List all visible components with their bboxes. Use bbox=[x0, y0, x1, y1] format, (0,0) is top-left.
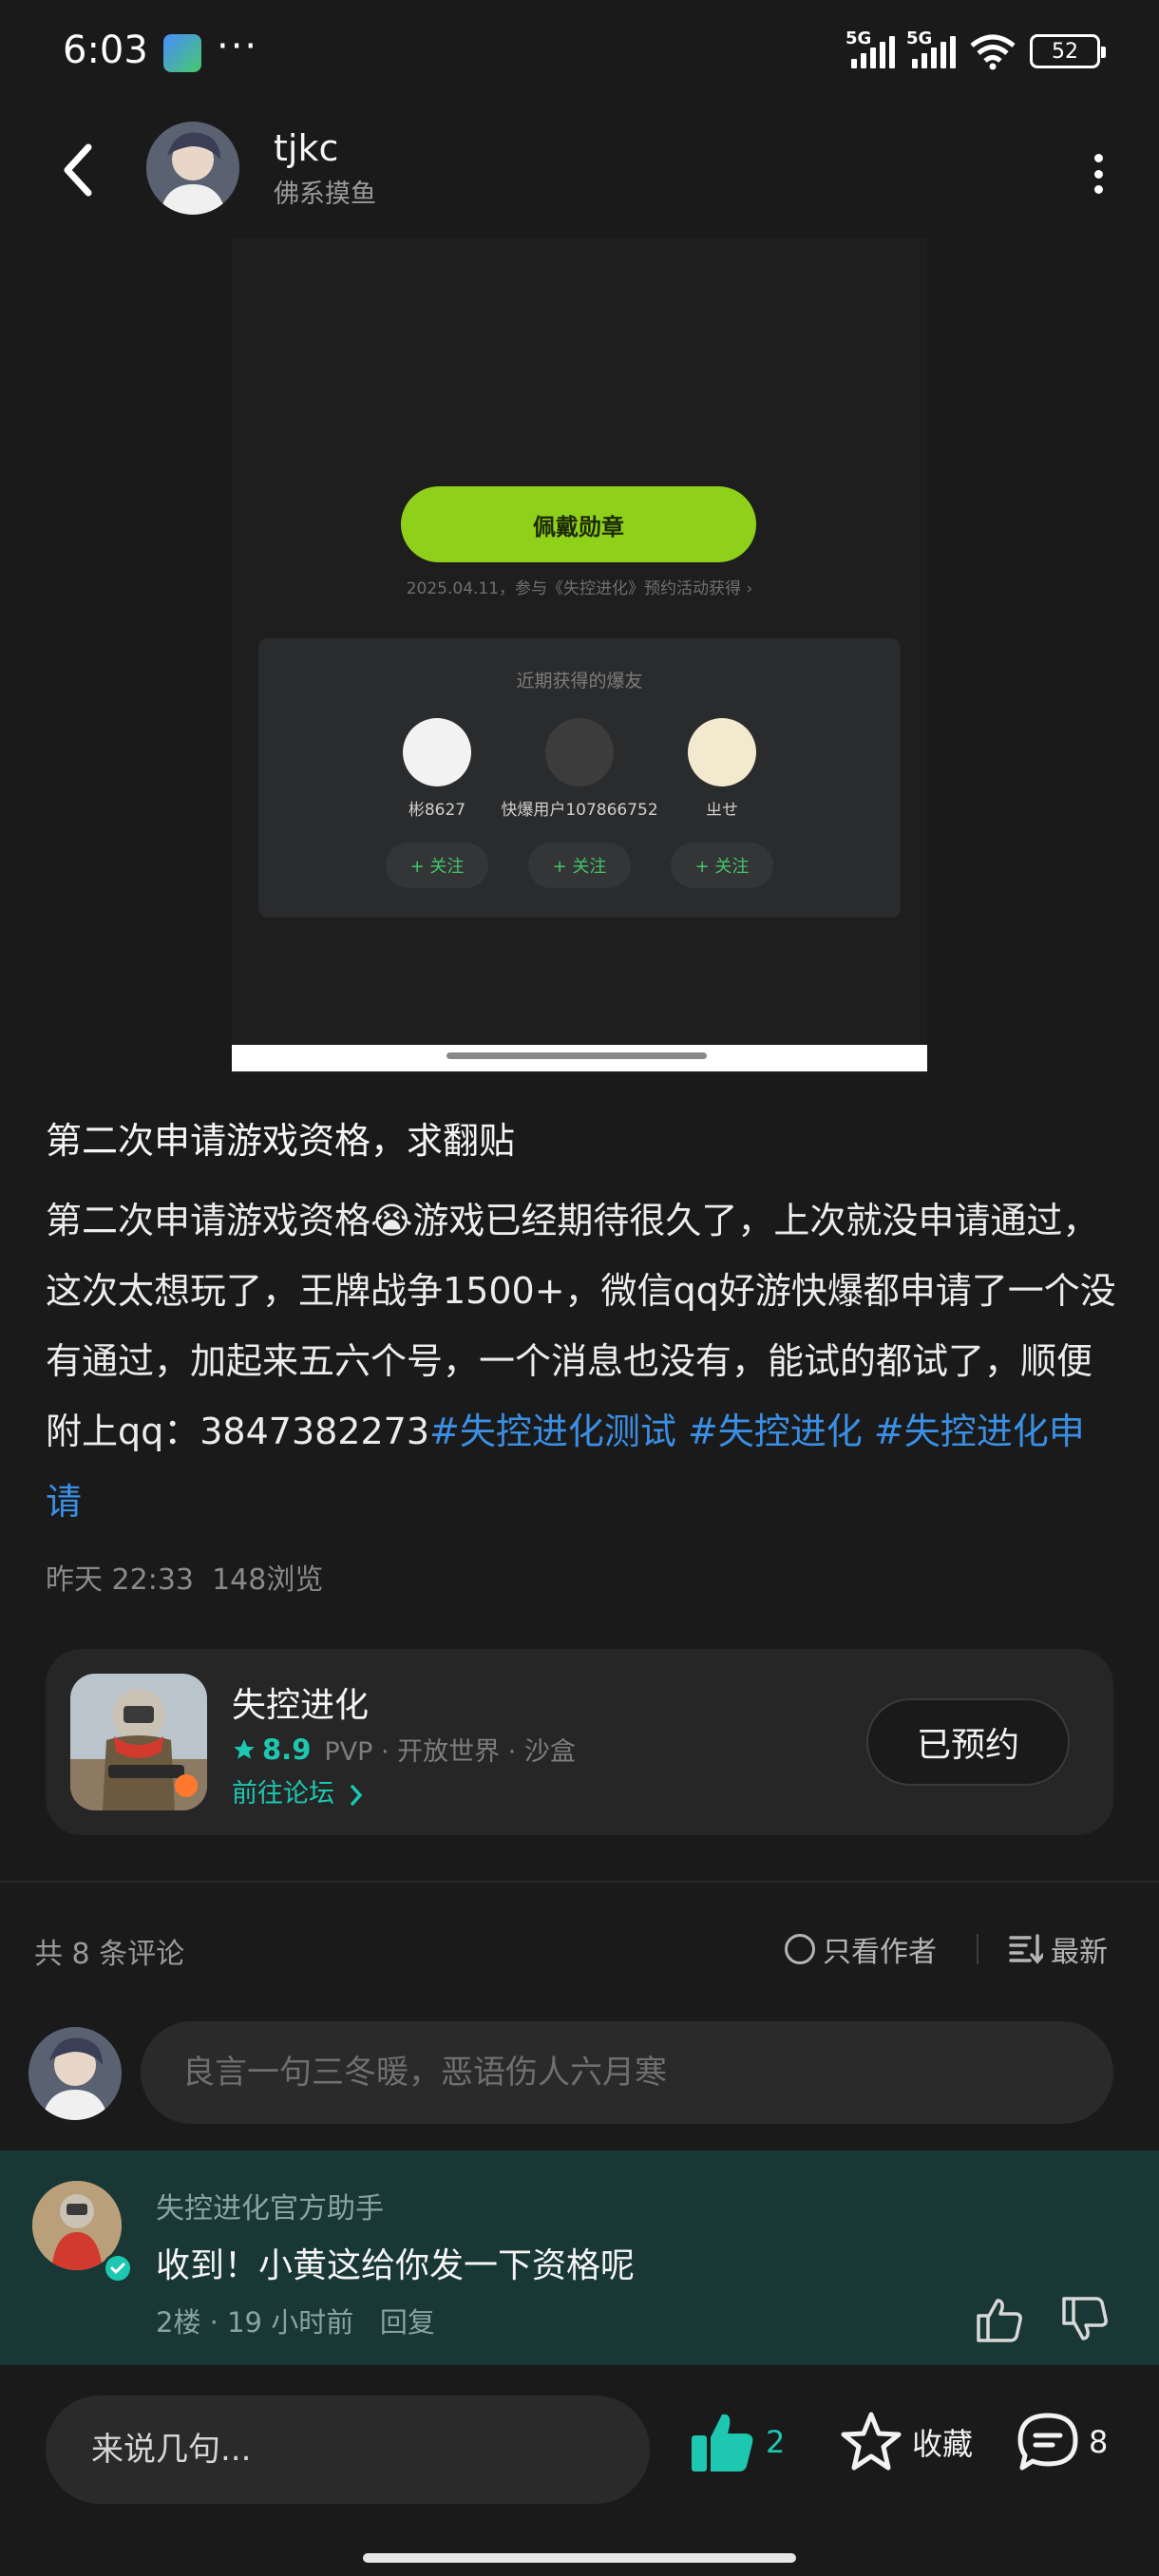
verified-badge-icon bbox=[103, 2253, 133, 2283]
badge-source-text: 2025.04.11，参与《失控进化》预约活动获得 › bbox=[406, 579, 753, 598]
sort-button[interactable]: 最新 bbox=[1009, 1928, 1108, 1970]
recent-user: ㄓせ + 关注 bbox=[627, 718, 817, 888]
user-avatar bbox=[403, 718, 471, 786]
wifi-icon bbox=[970, 34, 1016, 70]
home-indicator[interactable] bbox=[363, 2553, 796, 2563]
app-notification-icon bbox=[163, 34, 201, 72]
author-avatar[interactable] bbox=[146, 122, 239, 215]
user-avatar bbox=[688, 718, 756, 786]
comment-bubble-icon bbox=[1017, 2413, 1078, 2471]
status-indicators: 5G 5G 52 bbox=[846, 28, 1106, 70]
radio-circle-icon bbox=[785, 1934, 815, 1964]
comment-meta: 2楼 · 19 小时前 回复 bbox=[156, 2301, 435, 2340]
follow-button: + 关注 bbox=[671, 843, 773, 888]
network-type-label: 5G bbox=[846, 28, 872, 48]
topic-tag[interactable]: #失控进化 bbox=[688, 1411, 863, 1452]
battery-level: 52 bbox=[1052, 39, 1078, 64]
forum-link[interactable]: 前往论坛 bbox=[232, 1772, 364, 1809]
user-avatar bbox=[545, 718, 614, 786]
follow-button: + 关注 bbox=[386, 843, 488, 888]
wear-badge-button: 佩戴勋章 bbox=[401, 486, 756, 562]
like-count: 2 bbox=[766, 2424, 786, 2460]
comments-count: 共 8 条评论 bbox=[34, 1938, 185, 1971]
status-bar: 6:03 ··· 5G 5G 52 bbox=[0, 0, 1159, 104]
only-author-toggle[interactable]: 只看作者 bbox=[785, 1928, 937, 1970]
thumbs-down-outline-icon[interactable] bbox=[1060, 2295, 1110, 2344]
status-time: 6:03 bbox=[63, 28, 148, 72]
post-body: 第二次申请游戏资格😭游戏已经期待很久了，上次就没申请通过，这次太想玩了，王牌战争… bbox=[46, 1185, 1119, 1537]
signal-icon: 5G bbox=[846, 28, 895, 68]
star-icon bbox=[234, 1738, 255, 1759]
user-name: ㄓせ bbox=[706, 801, 738, 820]
game-icon bbox=[70, 1674, 207, 1810]
my-avatar bbox=[28, 2027, 122, 2120]
sort-label: 最新 bbox=[1051, 1936, 1108, 1969]
game-score: 8.9 bbox=[262, 1733, 312, 1766]
section-divider bbox=[0, 1881, 1159, 1883]
commenter-name[interactable]: 失控进化官方助手 bbox=[156, 2185, 384, 2226]
post-meta: 昨天 22:33 148浏览 bbox=[46, 1556, 323, 1598]
network-type-label: 5G bbox=[906, 28, 933, 48]
comments-button[interactable]: 8 bbox=[1016, 2411, 1108, 2473]
comment-text: 收到！小黄这给你发一下资格呢 bbox=[156, 2246, 636, 2285]
game-card[interactable]: 失控进化 8.9 PVP · 开放世界 · 沙盒 前往论坛 已预约 bbox=[46, 1649, 1113, 1835]
star-outline-icon bbox=[841, 2412, 902, 2471]
thumbs-up-icon bbox=[692, 2414, 753, 2472]
more-options-button[interactable] bbox=[1079, 148, 1117, 199]
post-image[interactable]: 佩戴勋章 2025.04.11，参与《失控进化》预约活动获得 › 近期获得的爆友… bbox=[232, 237, 927, 1073]
post-time: 昨天 22:33 bbox=[46, 1563, 194, 1597]
back-button[interactable] bbox=[49, 137, 106, 203]
follow-button: + 关注 bbox=[528, 843, 631, 888]
author-name[interactable]: tjkc bbox=[274, 127, 338, 169]
post-title: 第二次申请游戏资格，求翻贴 bbox=[46, 1120, 516, 1162]
author-avatar-image bbox=[146, 122, 239, 215]
post-views: 148浏览 bbox=[212, 1563, 324, 1597]
comment-input[interactable] bbox=[141, 2021, 1113, 2124]
more-notifications-icon: ··· bbox=[217, 25, 259, 68]
game-genres: PVP · 开放世界 · 沙盒 bbox=[324, 1737, 576, 1767]
chevron-left-icon bbox=[64, 143, 92, 197]
image-home-indicator bbox=[446, 1052, 707, 1059]
author-subtitle: 佛系摸鱼 bbox=[274, 180, 376, 209]
signal-icon: 5G bbox=[906, 28, 956, 68]
game-rating: 8.9 PVP · 开放世界 · 沙盒 bbox=[232, 1731, 576, 1768]
quick-comment-input[interactable] bbox=[46, 2396, 650, 2504]
reply-button[interactable]: 回复 bbox=[380, 2306, 435, 2339]
recent-users-card: 近期获得的爆友 彬8627 + 关注 快爆用户107866752 + 关注 ㄓせ… bbox=[258, 638, 901, 918]
header-separator bbox=[977, 1934, 978, 1964]
favorite-label: 收藏 bbox=[912, 2426, 974, 2462]
bottom-action-bar: 2 收藏 8 bbox=[0, 2367, 1159, 2576]
topic-tag[interactable]: #失控进化测试 bbox=[429, 1411, 676, 1452]
like-button[interactable]: 2 bbox=[690, 2411, 785, 2473]
chevron-right-icon bbox=[350, 1784, 362, 1806]
recent-users-title: 近期获得的爆友 bbox=[516, 671, 643, 691]
reserved-button[interactable]: 已预约 bbox=[866, 1698, 1070, 1786]
comment-floor-time: 2楼 · 19 小时前 bbox=[156, 2306, 354, 2339]
sort-icon bbox=[1009, 1934, 1043, 1964]
only-author-label: 只看作者 bbox=[823, 1936, 937, 1969]
game-name: 失控进化 bbox=[232, 1686, 370, 1725]
battery-icon: 52 bbox=[1030, 34, 1106, 68]
favorite-button[interactable]: 收藏 bbox=[840, 2411, 973, 2473]
comments-count-bottom: 8 bbox=[1089, 2424, 1109, 2460]
thumbs-up-outline-icon[interactable] bbox=[975, 2295, 1024, 2344]
forum-link-label: 前往论坛 bbox=[232, 1779, 334, 1809]
post-header: tjkc 佛系摸鱼 bbox=[0, 114, 1159, 228]
comment-item: 失控进化官方助手 收到！小黄这给你发一下资格呢 2楼 · 19 小时前 回复 bbox=[0, 2150, 1159, 2365]
